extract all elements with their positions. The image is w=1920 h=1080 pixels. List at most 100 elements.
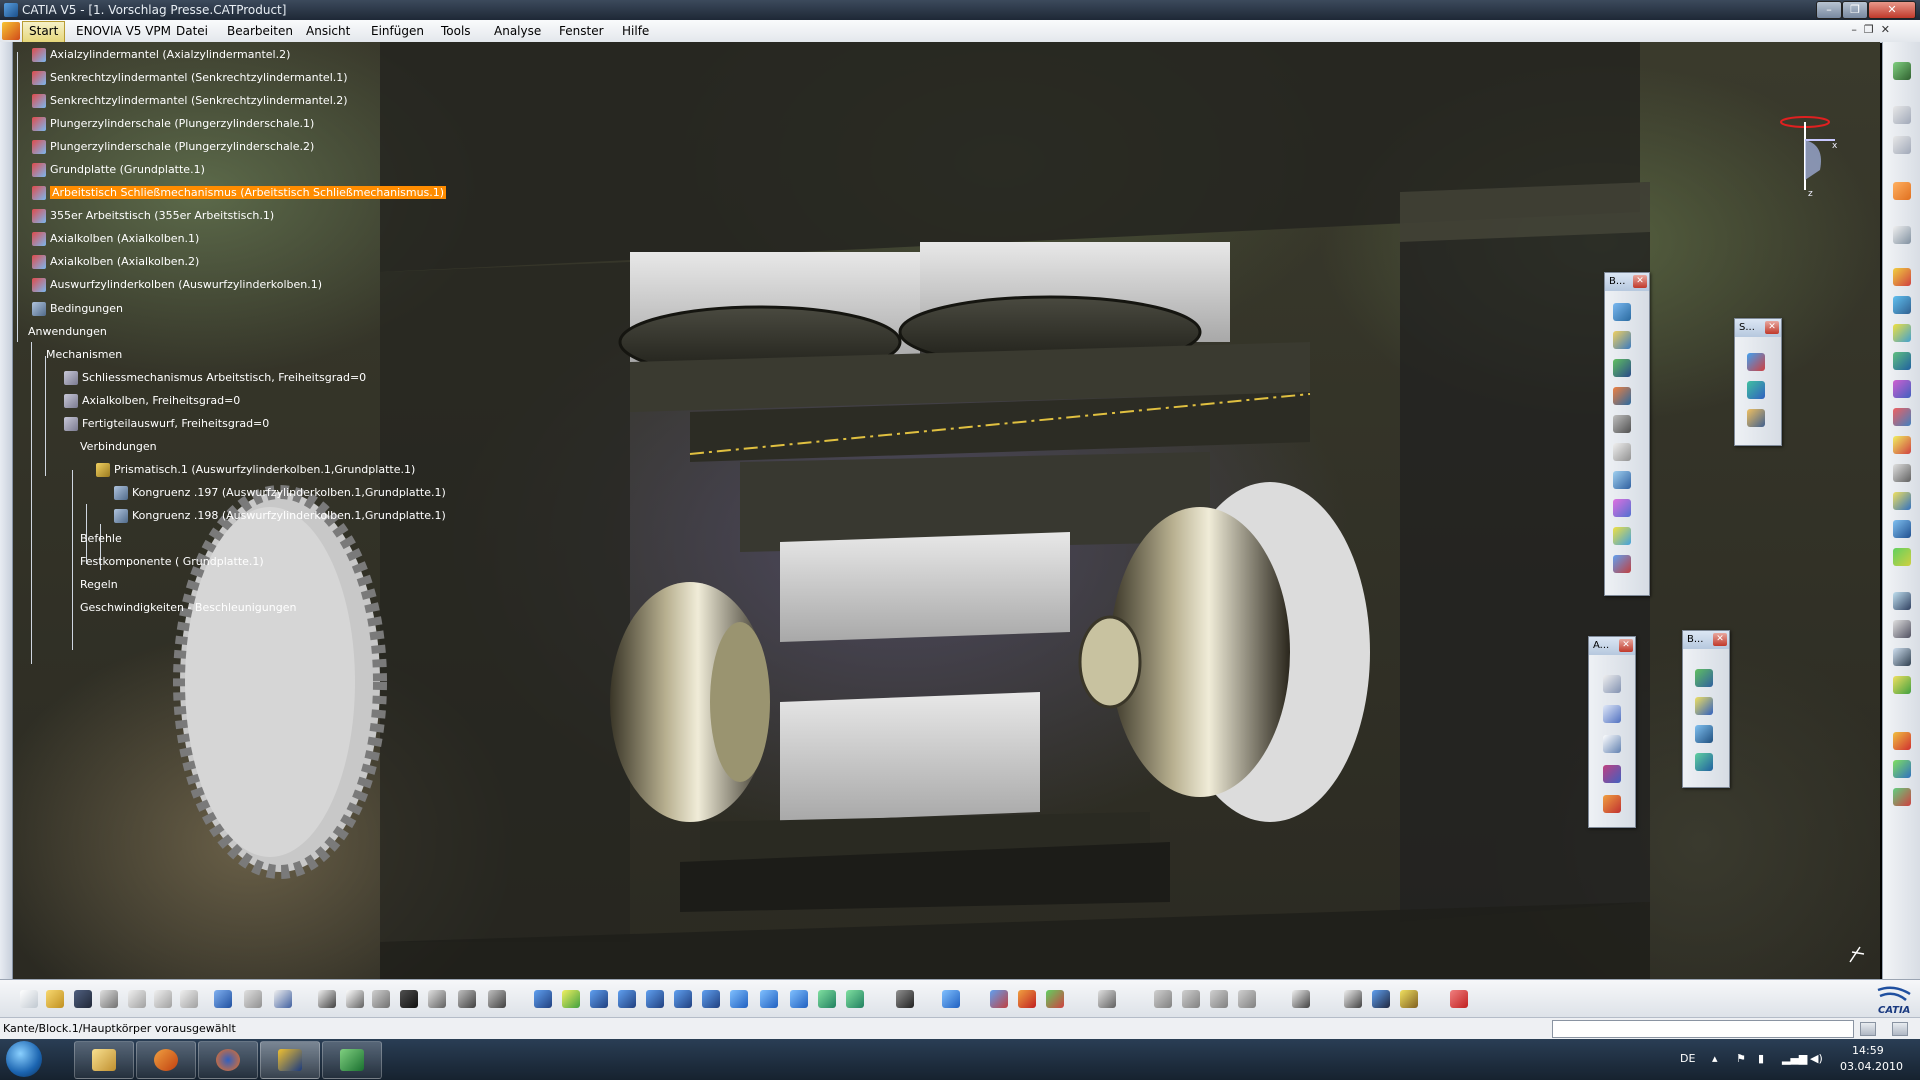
fit-all-icon[interactable] xyxy=(562,990,580,1008)
shading-icon[interactable] xyxy=(790,990,808,1008)
tree-node-kongruenz-197[interactable]: Kongruenz .197 (Auswurfzylinderkolben.1,… xyxy=(114,484,446,501)
manipulate-icon[interactable] xyxy=(1893,226,1911,244)
table-icon[interactable] xyxy=(400,990,418,1008)
tree-node-senkrechtzylindermantel-2[interactable]: Senkrechtzylindermantel (Senkrechtzylind… xyxy=(32,92,348,109)
menu-tools[interactable]: Tools xyxy=(441,24,471,38)
normal-view-icon[interactable] xyxy=(702,990,720,1008)
workbench-icon[interactable] xyxy=(1893,62,1911,80)
command-history-button[interactable] xyxy=(1892,1022,1908,1036)
catalog-icon[interactable] xyxy=(1695,697,1713,715)
catia-start-icon[interactable] xyxy=(2,22,20,40)
capture-icon[interactable] xyxy=(896,990,914,1008)
close-icon[interactable]: ✕ xyxy=(1765,321,1779,334)
tree-node-axialkolben-mechanism[interactable]: Axialkolben, Freiheitsgrad=0 xyxy=(64,392,240,409)
tree-node-befehle[interactable]: Befehle xyxy=(80,530,122,547)
taskbar-catia[interactable] xyxy=(260,1041,320,1079)
zoom-out-icon[interactable] xyxy=(674,990,692,1008)
tree-node-fertigteilauswurf[interactable]: Fertigteilauswurf, Freiheitsgrad=0 xyxy=(64,415,269,432)
redo-icon[interactable] xyxy=(244,990,262,1008)
tree-node-anwendungen[interactable]: Anwendungen xyxy=(28,323,107,340)
floating-toolbar-annotation[interactable]: A... ✕ xyxy=(1588,636,1636,828)
new-file-icon[interactable] xyxy=(20,990,38,1008)
tree-node-verbindungen[interactable]: Verbindungen xyxy=(80,438,157,455)
close-icon[interactable]: ✕ xyxy=(1633,275,1647,288)
catalog-browser-icon[interactable] xyxy=(942,990,960,1008)
command-expand-button[interactable] xyxy=(1860,1022,1876,1036)
publish-icon[interactable] xyxy=(1292,990,1310,1008)
volume-icon[interactable]: ◀) xyxy=(1810,1052,1823,1065)
part-icon[interactable] xyxy=(1613,331,1631,349)
clock-time[interactable]: 14:59 xyxy=(1852,1044,1884,1057)
tree-scrollbar[interactable] xyxy=(0,42,13,979)
floating-toolbar-bom[interactable]: B... ✕ xyxy=(1682,630,1730,788)
measure-icon[interactable] xyxy=(458,990,476,1008)
scene-icon[interactable] xyxy=(1695,725,1713,743)
bill-of-material-icon[interactable] xyxy=(1400,990,1418,1008)
floating-toolbar-simulation[interactable]: S... ✕ xyxy=(1734,318,1782,446)
update-icon[interactable] xyxy=(1098,990,1116,1008)
tree-node-grundplatte-1[interactable]: Grundplatte (Grundplatte.1) xyxy=(32,161,205,178)
network-icon[interactable]: ▂▄▆ xyxy=(1782,1052,1807,1065)
tree-node-bedingungen[interactable]: Bedingungen xyxy=(32,300,123,317)
analysis-icon[interactable] xyxy=(990,990,1008,1008)
cable-joint-icon[interactable] xyxy=(1893,492,1911,510)
assembly-constraint-icon[interactable] xyxy=(1613,303,1631,321)
command-input[interactable] xyxy=(1552,1020,1854,1038)
gear-joint-icon[interactable] xyxy=(1893,408,1911,426)
flag-icon[interactable] xyxy=(1603,735,1621,753)
joint-icon[interactable] xyxy=(1893,268,1911,286)
compile-icon[interactable] xyxy=(1747,381,1765,399)
simulation-with-commands-icon[interactable] xyxy=(1893,732,1911,750)
tree-node-schliessmechanismus[interactable]: Schliessmechanismus Arbeitstisch, Freihe… xyxy=(64,369,366,386)
move-icon[interactable] xyxy=(1613,387,1631,405)
swap-visible-space-icon[interactable] xyxy=(846,990,864,1008)
tree-node-mechanismen[interactable]: Mechanismen xyxy=(46,346,122,363)
save-icon[interactable] xyxy=(74,990,92,1008)
menu-analyse[interactable]: Analyse xyxy=(494,24,541,38)
annotation-icon[interactable] xyxy=(1603,675,1621,693)
undo-icon[interactable] xyxy=(214,990,232,1008)
compass-icon[interactable]: x z xyxy=(1770,110,1840,200)
snap-icon[interactable] xyxy=(1613,415,1631,433)
assembly-save-icon[interactable] xyxy=(1372,990,1390,1008)
tree-node-axialkolben-1[interactable]: Axialkolben (Axialkolben.1) xyxy=(32,230,199,247)
text-icon[interactable] xyxy=(1603,705,1621,723)
taskbar-firefox[interactable] xyxy=(198,1041,258,1079)
text-joint-icon[interactable] xyxy=(1893,464,1911,482)
sensor-icon[interactable] xyxy=(1893,648,1911,666)
clash-icon[interactable] xyxy=(1613,443,1631,461)
stamp-icon[interactable] xyxy=(1603,795,1621,813)
menu-hilfe[interactable]: Hilfe xyxy=(622,24,649,38)
select-icon[interactable] xyxy=(1893,182,1911,200)
tree-node-arbeitstisch-schliessmechanismus[interactable]: Arbeitstisch Schließmechanismus (Arbeits… xyxy=(32,184,447,201)
law-icon[interactable] xyxy=(1893,676,1911,694)
taskbar-media-player[interactable] xyxy=(136,1041,196,1079)
light-icon[interactable] xyxy=(372,990,390,1008)
grid-icon[interactable] xyxy=(1450,990,1468,1008)
clash-analysis-icon[interactable] xyxy=(1018,990,1036,1008)
maximize-button[interactable]: ❐ xyxy=(1842,1,1868,19)
pan-icon[interactable] xyxy=(590,990,608,1008)
swap-icon[interactable] xyxy=(1613,527,1631,545)
tree-node-plungerzylinderschale-1[interactable]: Plungerzylinderschale (Plungerzylindersc… xyxy=(32,115,314,132)
tree-node-auswurfzylinderkolben[interactable]: Auswurfzylinderkolben (Auswurfzylinderko… xyxy=(32,276,322,293)
hierarchy-icon[interactable] xyxy=(428,990,446,1008)
windows-start-icon[interactable] xyxy=(6,1041,42,1077)
fixed-part-icon[interactable] xyxy=(1893,548,1911,566)
cut-icon[interactable] xyxy=(128,990,146,1008)
sub-assembly-icon[interactable] xyxy=(1613,359,1631,377)
forward-icon[interactable] xyxy=(1182,990,1200,1008)
hide-show-icon[interactable] xyxy=(818,990,836,1008)
tree-view-icon[interactable] xyxy=(1893,136,1911,154)
replay-icon[interactable] xyxy=(1747,409,1765,427)
prismatic-joint-icon[interactable] xyxy=(1893,324,1911,342)
floating-toolbar-assembly[interactable]: B... ✕ xyxy=(1604,272,1650,596)
tree-node-355er-arbeitstisch[interactable]: 355er Arbeitstisch (355er Arbeitstisch.1… xyxy=(32,207,274,224)
sketch-icon[interactable] xyxy=(1154,990,1172,1008)
close-icon[interactable]: ✕ xyxy=(1713,633,1727,646)
close-button[interactable]: ✕ xyxy=(1868,1,1916,19)
tree-node-festkomponente[interactable]: Festkomponente ( Grundplatte.1) xyxy=(80,553,264,570)
rack-joint-icon[interactable] xyxy=(1893,436,1911,454)
tree-node-axialkolben-2[interactable]: Axialkolben (Axialkolben.2) xyxy=(32,253,199,270)
menu-enovia[interactable]: ENOVIA V5 VPM xyxy=(76,24,171,38)
